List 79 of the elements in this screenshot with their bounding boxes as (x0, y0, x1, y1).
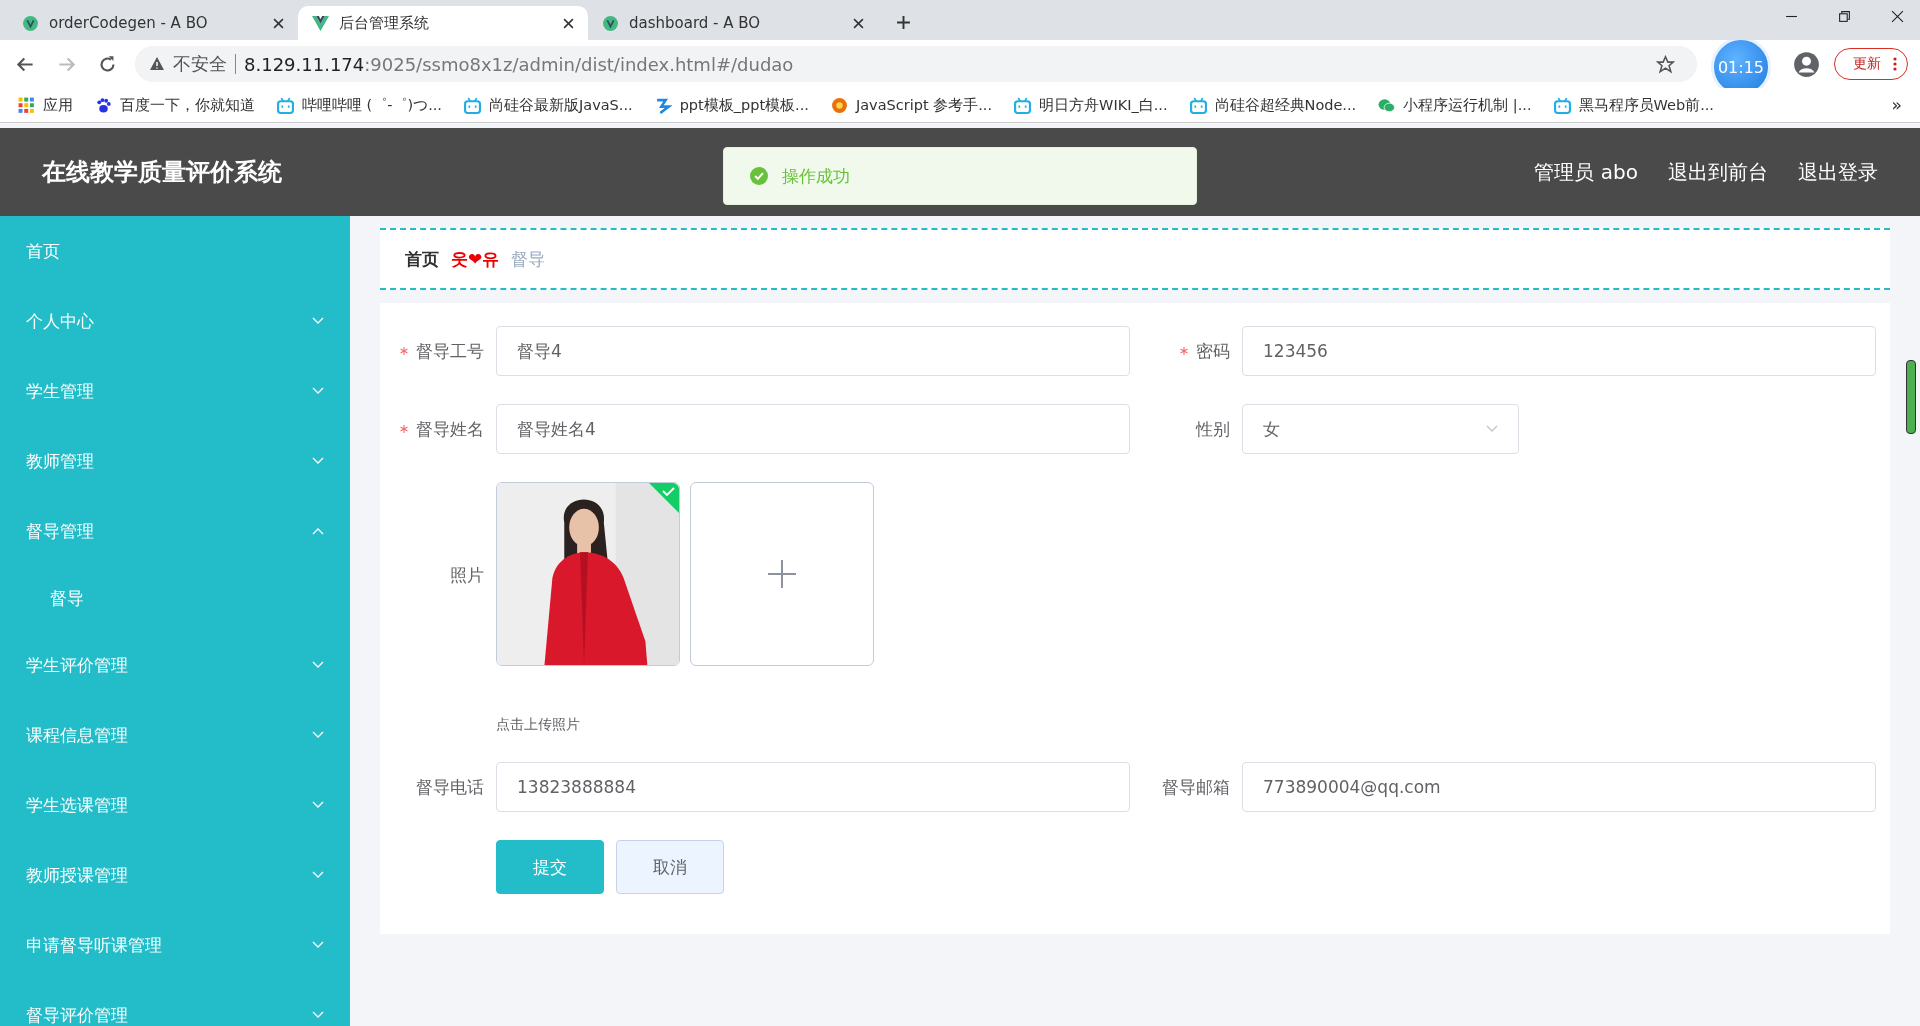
bookmark[interactable]: 尚硅谷最新版JavaS... (464, 95, 633, 115)
text-field[interactable]: 773890004@qq.com (1242, 762, 1876, 812)
close-icon[interactable] (563, 17, 574, 29)
bookmark[interactable]: 小程序运行机制 |... (1378, 95, 1532, 115)
chevron-up-icon (312, 527, 324, 535)
warning-icon (149, 56, 165, 72)
account-icon[interactable] (1793, 50, 1820, 78)
restore-icon[interactable] (1838, 10, 1851, 23)
text-field[interactable]: 123456 (1242, 326, 1876, 376)
header-link[interactable]: 退出到前台 (1668, 158, 1768, 186)
browser-tab[interactable]: dashboard - A BO (588, 6, 878, 40)
upload-hint: 点击上传照片 (496, 716, 581, 734)
tv-icon (464, 96, 481, 114)
chevron-down-icon (312, 731, 324, 739)
paw-icon (95, 96, 112, 114)
address-bar[interactable]: 不安全 8.129.11.174:9025/ssmo8x1z/admin/dist/index.html#/dudao (135, 46, 1697, 82)
select-field[interactable]: 女 (1242, 404, 1519, 454)
bookmark[interactable]: 哔哩哔哩 (゜-゜)つ... (277, 95, 442, 115)
star-icon[interactable] (1656, 54, 1675, 74)
tv-icon (277, 96, 294, 114)
header-link[interactable]: 退出登录 (1798, 158, 1878, 186)
upload-tile[interactable] (690, 482, 874, 666)
browser-tab[interactable]: 后台管理系统 (298, 6, 588, 40)
update-button[interactable]: 更新 (1834, 48, 1908, 80)
wave-icon (654, 96, 672, 114)
browser-tab[interactable]: orderCodegen - A BO (8, 6, 298, 40)
leaf-icon (22, 14, 39, 32)
bookmark[interactable]: 应用 (18, 95, 73, 115)
system-title: 在线教学质量评价系统 (42, 157, 282, 188)
cancel-button[interactable]: 取消 (616, 840, 724, 894)
text-field[interactable]: 督导4 (496, 326, 1130, 376)
chevron-down-icon (312, 457, 324, 465)
bookmark[interactable]: JavaScript 参考手... (830, 95, 993, 115)
field-label: 照片 (450, 564, 484, 587)
chevron-down-icon (312, 661, 324, 669)
bookmark[interactable]: 百度一下，你就知道 (95, 95, 255, 115)
security-label: 不安全 (173, 52, 227, 76)
field-label: 督导电话 (416, 775, 484, 799)
new-tab-icon[interactable] (896, 15, 911, 30)
more-icon (1893, 56, 1897, 72)
chat-icon (1378, 96, 1396, 114)
field-label: 密码 (1196, 339, 1230, 363)
leaf-icon (602, 14, 619, 32)
chevron-down-icon (312, 801, 324, 809)
url-text: 8.129.11.174:9025/ssmo8x1z/admin/dist/index.html#/dudao (244, 53, 795, 75)
bookmark[interactable]: 黑马程序员Web前... (1553, 95, 1714, 115)
apps-grid-icon (18, 96, 35, 114)
close-icon[interactable] (1891, 10, 1904, 23)
field-label: 督导邮箱 (1162, 775, 1230, 799)
tv-icon (1553, 96, 1571, 114)
tv-icon (1014, 96, 1032, 114)
field-label: 督导工号 (416, 339, 484, 363)
field-label: 督导姓名 (416, 417, 484, 441)
chevron-down-icon (312, 941, 324, 949)
chevron-down-icon (312, 387, 324, 395)
breadcrumb-separator: 웃❤유 (451, 247, 500, 271)
breadcrumb-item[interactable]: 首页 (405, 247, 439, 271)
bookmark[interactable]: 尚硅谷超经典Node... (1189, 95, 1357, 115)
flower-icon (830, 96, 848, 114)
chevron-down-icon (1486, 425, 1498, 433)
close-icon[interactable] (273, 17, 284, 29)
chevron-down-icon (312, 871, 324, 879)
close-icon[interactable] (853, 17, 864, 29)
scrollbar-thumb[interactable] (1906, 360, 1916, 434)
vue-icon (312, 14, 329, 32)
chevron-down-icon (312, 317, 324, 325)
bookmark[interactable]: ppt模板_ppt模板... (654, 95, 809, 115)
check-circle-icon (750, 167, 768, 185)
field-label: 性别 (1196, 417, 1230, 441)
chevron-down-icon (312, 1011, 324, 1019)
toast-message: 操作成功 (782, 164, 850, 188)
text-field[interactable]: 13823888884 (496, 762, 1130, 812)
more-bookmarks[interactable]: » (1891, 95, 1902, 115)
tv-icon (1189, 96, 1207, 114)
plus-icon (768, 560, 796, 588)
header-link[interactable]: 管理员 abo (1534, 158, 1638, 186)
breadcrumb-item: 督导 (511, 247, 546, 271)
text-field[interactable]: 督导姓名4 (496, 404, 1130, 454)
bookmark[interactable]: 明日方舟WIKI_白... (1014, 95, 1168, 115)
